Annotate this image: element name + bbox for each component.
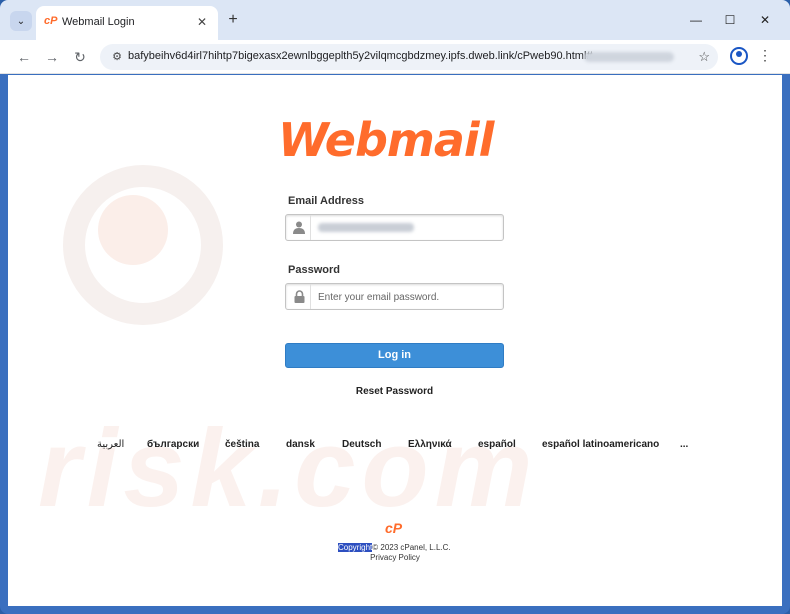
tab-webmail-login[interactable]: cP Webmail Login ✕ (36, 6, 218, 40)
language-link[interactable]: العربية (97, 439, 124, 450)
site-info-icon[interactable]: ⚙ (110, 50, 124, 64)
privacy-policy-link[interactable]: Privacy Policy (338, 553, 452, 562)
password-field[interactable] (285, 283, 504, 310)
tab-close-icon[interactable]: ✕ (194, 14, 210, 30)
cpanel-favicon-icon: cP (44, 15, 58, 27)
language-link[interactable]: Ελληνικά (408, 439, 452, 450)
field-separator (310, 284, 311, 309)
maximize-button[interactable]: ☐ (720, 10, 740, 30)
bookmark-star-icon[interactable]: ☆ (698, 49, 710, 65)
password-label: Password (288, 264, 340, 276)
language-link[interactable]: български (147, 439, 199, 450)
browser-toolbar: ← → ↻ ⚙ bafybeihv6d4irl7hihtp7bigexasx2e… (0, 40, 790, 74)
tab-title: Webmail Login (62, 16, 135, 28)
email-label: Email Address (288, 195, 365, 207)
profile-avatar-icon[interactable] (730, 47, 748, 65)
reset-password-link[interactable]: Reset Password (285, 386, 504, 397)
email-field[interactable] (285, 214, 504, 241)
browser-window: ⌄ cP Webmail Login ✕ + — ☐ ✕ ← → ↻ ⚙ baf… (0, 0, 790, 614)
back-button[interactable]: ← (14, 47, 34, 67)
url-text[interactable]: bafybeihv6d4irl7hihtp7bigexasx2ewnlbggep… (128, 50, 593, 62)
cpanel-logo-icon: cP (385, 520, 403, 536)
watermark-magnifier-core (98, 195, 168, 265)
copyright-highlighted: Copyright (338, 543, 373, 552)
new-tab-button[interactable]: + (224, 11, 242, 29)
browser-menu-icon[interactable]: ⋮ (758, 47, 772, 64)
password-input[interactable] (318, 289, 498, 305)
language-link[interactable]: dansk (286, 439, 315, 450)
url-redacted-fragment (584, 52, 674, 62)
language-link[interactable]: čeština (225, 439, 259, 450)
language-list: العربية български čeština dansk Deutsch … (88, 439, 708, 455)
email-value-redacted (318, 223, 414, 232)
lock-icon (290, 287, 308, 306)
tab-search-button[interactable]: ⌄ (10, 11, 32, 31)
copyright-text: Copyright© 2023 cPanel, L.L.C. (338, 543, 451, 552)
webmail-logo: Webmail (278, 113, 494, 167)
more-languages-button[interactable]: ... (680, 439, 688, 450)
minimize-button[interactable]: — (686, 10, 706, 30)
user-icon (290, 218, 308, 237)
close-window-button[interactable]: ✕ (755, 10, 775, 30)
address-bar[interactable]: ⚙ bafybeihv6d4irl7hihtp7bigexasx2ewnlbgg… (100, 44, 718, 70)
page-content: risk.com Webmail Email Address Password (8, 75, 782, 606)
language-link[interactable]: español latinoamericano (542, 439, 659, 450)
tab-strip: ⌄ cP Webmail Login ✕ + — ☐ ✕ (0, 0, 790, 40)
language-link[interactable]: Deutsch (342, 439, 381, 450)
reload-button[interactable]: ↻ (70, 47, 90, 67)
copyright-rest: © 2023 cPanel, L.L.C. (372, 543, 451, 552)
field-separator (310, 215, 311, 240)
login-button[interactable]: Log in (285, 343, 504, 368)
forward-button[interactable]: → (42, 47, 62, 67)
language-link[interactable]: español (478, 439, 516, 450)
watermark-text: risk.com (38, 407, 539, 530)
